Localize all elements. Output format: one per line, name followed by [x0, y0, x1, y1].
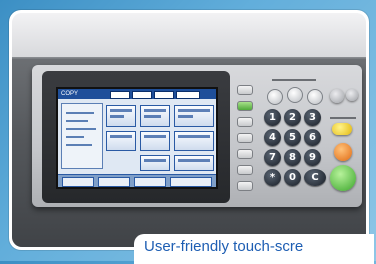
- copier-photo: COPY 1 2 3 4 5 6 7 8 9 * 0 C: [12, 13, 366, 247]
- key-4: 4: [264, 129, 281, 146]
- access-button: [330, 89, 344, 103]
- function-key: [237, 149, 253, 159]
- panel-small-button: [267, 89, 283, 105]
- screen-option-tile: [140, 155, 170, 171]
- key-clear: C: [304, 169, 326, 186]
- function-keys: [237, 85, 253, 197]
- control-panel: COPY 1 2 3 4 5 6 7 8 9 * 0 C: [32, 65, 362, 207]
- screen-footer: [58, 174, 216, 187]
- panel-label-strip: [330, 117, 356, 119]
- screen-preview-pane: [61, 103, 103, 169]
- screen-footer-button: [62, 177, 94, 187]
- screen-footer-button: [98, 177, 130, 187]
- key-6: 6: [304, 129, 321, 146]
- panel-small-button: [307, 89, 323, 105]
- panel-label-strip: [272, 79, 316, 81]
- panel-small-button: [287, 87, 303, 103]
- photo-caption: User-friendly touch-scre: [134, 234, 374, 264]
- screen-option-tile: [174, 155, 214, 171]
- screen-option-tile: [174, 105, 214, 127]
- key-7: 7: [264, 149, 281, 166]
- function-key: [237, 85, 253, 95]
- photo-frame: COPY 1 2 3 4 5 6 7 8 9 * 0 C: [9, 10, 369, 250]
- power-button: [346, 89, 358, 101]
- function-key: [237, 165, 253, 175]
- key-3: 3: [304, 109, 321, 126]
- screen-tab: [154, 91, 174, 99]
- function-key: [237, 117, 253, 127]
- key-1: 1: [264, 109, 281, 126]
- key-star: *: [264, 169, 281, 186]
- key-9: 9: [304, 149, 321, 166]
- screen-tab: [176, 91, 200, 99]
- touch-screen: COPY: [56, 87, 218, 189]
- copier-top-glass: [12, 13, 366, 61]
- preview-line: [66, 112, 94, 114]
- screen-footer-button: [134, 177, 166, 187]
- screen-tab: [132, 91, 152, 99]
- preview-line: [66, 120, 88, 122]
- preview-line: [66, 136, 84, 138]
- screen-option-tile: [174, 131, 214, 151]
- screen-option-tile: [140, 131, 170, 151]
- copy-function-key: [237, 101, 253, 111]
- preview-line: [66, 128, 96, 130]
- key-0: 0: [284, 169, 301, 186]
- key-5: 5: [284, 129, 301, 146]
- screen-option-tile: [106, 131, 136, 151]
- key-8: 8: [284, 149, 301, 166]
- screen-tab: [110, 91, 130, 99]
- screen-footer-button: [170, 177, 212, 187]
- preview-line: [66, 144, 92, 146]
- screen-option-tile: [106, 105, 136, 127]
- screen-option-tile: [140, 105, 170, 127]
- energy-saver-button: [332, 123, 352, 135]
- key-2: 2: [284, 109, 301, 126]
- screen-bezel: COPY: [42, 71, 230, 203]
- start-button: [330, 165, 356, 191]
- function-key: [237, 181, 253, 191]
- stop-button: [334, 143, 352, 161]
- function-key: [237, 133, 253, 143]
